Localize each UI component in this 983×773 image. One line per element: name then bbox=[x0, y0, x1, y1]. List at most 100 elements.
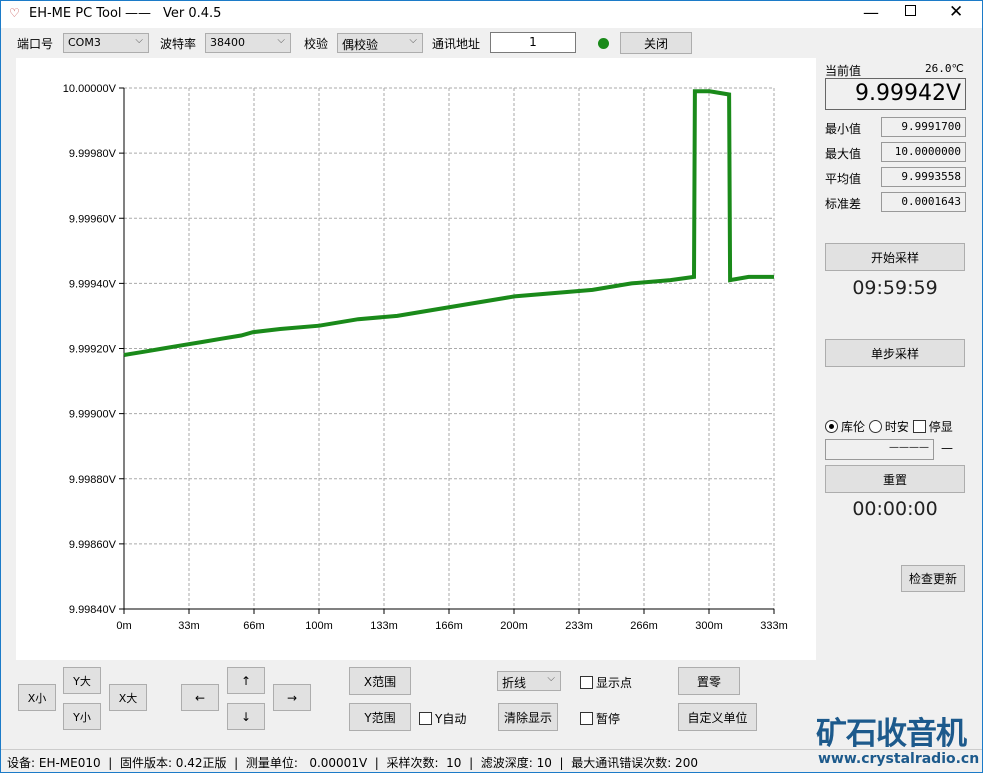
show-points-checkbox[interactable]: 显示点 bbox=[580, 674, 632, 691]
y-tick-label: 9.99900V bbox=[69, 409, 117, 421]
x-tick-label: 200m bbox=[500, 620, 528, 632]
baud-select[interactable]: 38400 ⌵ bbox=[205, 33, 291, 53]
temperature-value: 26.0℃ bbox=[925, 62, 964, 75]
std-value: 0.0001643 bbox=[881, 192, 966, 212]
min-label: 最小值 bbox=[825, 122, 862, 136]
pan-right-button[interactable]: → bbox=[273, 684, 311, 711]
pause-checkbox[interactable]: 暂停 bbox=[580, 710, 620, 727]
window-version: Ver 0.4.5 bbox=[163, 6, 222, 21]
stop-display-label: 停显 bbox=[928, 420, 953, 434]
y-tick-label: 9.99980V bbox=[69, 148, 117, 160]
check-update-button[interactable]: 检查更新 bbox=[901, 565, 965, 592]
x-tick-label: 133m bbox=[370, 620, 398, 632]
chevron-down-icon: ⌵ bbox=[135, 35, 143, 46]
coulomb-radio[interactable]: 库伦 bbox=[825, 420, 865, 434]
ah-label: 时安 bbox=[884, 420, 909, 434]
chevron-down-icon: ⌵ bbox=[409, 35, 417, 46]
voltage-chart: 0m 33m 66m 100m 133m 166m 200m 233m 266m 300m 333m… bbox=[16, 58, 816, 660]
window-title: EH-ME PC Tool bbox=[29, 6, 122, 21]
pan-left-button[interactable]: ← bbox=[181, 684, 219, 711]
y-tick-label: 10.00000V bbox=[63, 83, 117, 95]
y-expand-button[interactable]: Y大 bbox=[63, 667, 101, 694]
y-auto-label: Y自动 bbox=[435, 712, 467, 726]
chevron-down-icon: ⌵ bbox=[547, 673, 555, 684]
status-maxerr: 最大通讯错误次数: 200 bbox=[571, 756, 698, 770]
status-unit: 测量单位: 0.00001V bbox=[245, 756, 368, 770]
parity-value: 偶校验 bbox=[342, 38, 379, 52]
avg-label: 平均值 bbox=[825, 172, 862, 186]
parity-select[interactable]: 偶校验 ⌵ bbox=[337, 33, 423, 53]
x-tick-label: 0m bbox=[116, 620, 131, 632]
x-tick-label: 333m bbox=[760, 620, 788, 632]
current-label: 当前值 bbox=[825, 64, 862, 78]
app-icon: ♡ bbox=[9, 6, 20, 20]
logo-text: 矿石收音机 bbox=[816, 716, 967, 752]
sampling-timer: 09:59:59 bbox=[852, 277, 938, 299]
minimize-button[interactable]: — bbox=[863, 3, 879, 22]
plot-mode-select[interactable]: 折线 ⌵ bbox=[497, 671, 561, 691]
baud-label: 波特率 bbox=[160, 37, 197, 51]
x-tick-label: 100m bbox=[305, 620, 333, 632]
y-tick-label: 9.99960V bbox=[69, 213, 117, 225]
mode-options: 库伦 时安 停显 bbox=[825, 418, 953, 435]
y-tick-label: 9.99860V bbox=[69, 539, 117, 551]
port-value: COM3 bbox=[68, 36, 101, 49]
x-range-button[interactable]: X范围 bbox=[349, 667, 411, 695]
y-tick-label: 9.99840V bbox=[69, 604, 117, 616]
maximize-button[interactable] bbox=[905, 5, 916, 16]
status-device: 设备: EH-ME010 bbox=[7, 756, 101, 770]
addr-input[interactable]: 1 bbox=[490, 32, 576, 53]
chevron-down-icon: ⌵ bbox=[277, 35, 285, 46]
avg-value: 9.9993558 bbox=[881, 167, 966, 187]
current-value: 9.99942V bbox=[825, 78, 966, 110]
x-tick-label: 166m bbox=[435, 620, 463, 632]
y-auto-checkbox[interactable]: Y自动 bbox=[419, 710, 466, 727]
charge-value: ———— bbox=[825, 439, 934, 460]
pause-label: 暂停 bbox=[596, 712, 621, 726]
max-label: 最大值 bbox=[825, 147, 862, 161]
x-expand-button[interactable]: X大 bbox=[109, 684, 147, 711]
y-tick-label: 9.99940V bbox=[69, 278, 117, 290]
clear-display-button[interactable]: 清除显示 bbox=[498, 703, 558, 731]
custom-unit-button[interactable]: 自定义单位 bbox=[678, 703, 757, 731]
single-step-button[interactable]: 单步采样 bbox=[825, 339, 965, 367]
ah-radio[interactable]: 时安 bbox=[868, 420, 909, 434]
reset-button[interactable]: 重置 bbox=[825, 465, 965, 493]
x-shrink-button[interactable]: X小 bbox=[18, 684, 56, 711]
connection-status-icon bbox=[598, 38, 609, 49]
parity-label: 校验 bbox=[304, 37, 329, 51]
close-window-button[interactable]: ✕ bbox=[949, 2, 963, 22]
max-value: 10.0000000 bbox=[881, 142, 966, 162]
status-bar: 设备: EH-ME010 | 固件版本: 0.42正版 | 测量单位: 0.00… bbox=[1, 749, 982, 773]
show-points-label: 显示点 bbox=[596, 676, 633, 690]
zero-button[interactable]: 置零 bbox=[678, 667, 740, 695]
reset-timer: 00:00:00 bbox=[852, 498, 938, 520]
x-tick-label: 233m bbox=[565, 620, 593, 632]
x-tick-label: 300m bbox=[695, 620, 723, 632]
port-select[interactable]: COM3 ⌵ bbox=[63, 33, 149, 53]
close-port-button[interactable]: 关闭 bbox=[620, 32, 692, 54]
y-tick-label: 9.99880V bbox=[69, 474, 117, 486]
port-label: 端口号 bbox=[17, 37, 54, 51]
title-dash: —— bbox=[125, 6, 151, 21]
start-sampling-button[interactable]: 开始采样 bbox=[825, 243, 965, 271]
y-tick-label: 9.99920V bbox=[69, 344, 117, 356]
pan-down-button[interactable]: ↓ bbox=[227, 703, 265, 730]
status-samples: 采样次数: 10 bbox=[386, 756, 462, 770]
status-firmware: 固件版本: 0.42正版 bbox=[119, 756, 227, 770]
coulomb-label: 库伦 bbox=[841, 420, 866, 434]
x-tick-label: 266m bbox=[630, 620, 658, 632]
stop-display-checkbox[interactable]: 停显 bbox=[912, 420, 953, 434]
title-bar: ♡ EH-ME PC Tool —— Ver 0.4.5 — ✕ bbox=[1, 1, 982, 28]
pan-up-button[interactable]: ↑ bbox=[227, 667, 265, 694]
std-label: 标准差 bbox=[825, 197, 862, 211]
x-tick-label: 33m bbox=[178, 620, 199, 632]
plot-mode-value: 折线 bbox=[502, 676, 527, 690]
charge-unit: — bbox=[941, 441, 953, 455]
status-filter: 滤波深度: 10 bbox=[480, 756, 552, 770]
y-shrink-button[interactable]: Y小 bbox=[63, 703, 101, 730]
y-range-button[interactable]: Y范围 bbox=[349, 703, 411, 731]
min-value: 9.9991700 bbox=[881, 117, 966, 137]
x-tick-label: 66m bbox=[243, 620, 264, 632]
addr-label: 通讯地址 bbox=[432, 37, 481, 51]
